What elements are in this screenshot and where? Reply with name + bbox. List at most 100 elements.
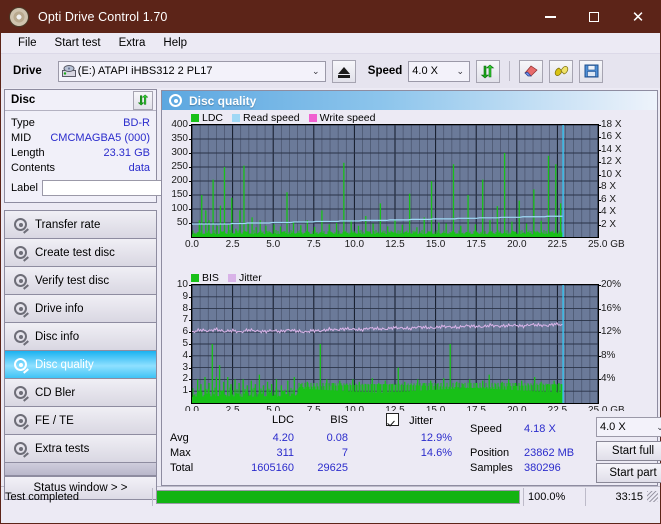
resize-grip[interactable] <box>647 491 658 502</box>
stats-max-bis: 7 <box>341 447 348 459</box>
y2-tick-label: 16 X <box>601 131 622 143</box>
speed-select[interactable]: 4.0 X ⌄ <box>408 60 471 82</box>
disc-label-row: Label <box>11 178 246 197</box>
disc-icon <box>13 329 29 346</box>
sidebar-item-cd-bler[interactable]: CD Bler <box>5 379 156 407</box>
sidebar-filler <box>5 463 156 476</box>
sidebar-item-drive-info[interactable]: Drive info <box>5 295 156 323</box>
x-tick-label: 17.5 <box>466 239 486 250</box>
charts-area: LDC Read speed Write speed BIS Jitter 50… <box>162 110 657 416</box>
disc-value-type: BD-R <box>123 116 150 129</box>
sidebar-item-transfer-rate[interactable]: Transfer rate <box>5 211 156 239</box>
erase-button[interactable] <box>519 59 544 83</box>
stats-panel: LDC BIS Jitter Avg 4.20 0.08 12.9% Max 3… <box>162 411 661 485</box>
jitter-checkbox[interactable] <box>386 413 399 426</box>
chevron-down-icon: ⌄ <box>656 421 661 432</box>
sidebar-nav: Transfer rate Create test disc Verify te… <box>4 210 157 476</box>
legend-swatch <box>308 114 317 122</box>
y-tick-label: 200 <box>171 175 188 186</box>
panel-header: Disc quality <box>162 91 657 110</box>
menu-start-test[interactable]: Start test <box>46 35 110 51</box>
disc-quality-panel: Disc quality LDC Read speed Write speed … <box>161 90 661 486</box>
sidebar-label: Create test disc <box>35 246 115 259</box>
legend-swatch <box>232 114 241 122</box>
disc-icon <box>13 413 29 430</box>
y-tick-mark <box>189 195 192 196</box>
y2-tick-mark <box>598 332 601 334</box>
legend-swatch <box>191 274 199 282</box>
sidebar-label: Disc quality <box>35 358 94 371</box>
y2-tick-mark <box>598 212 601 214</box>
sidebar-item-fe-te[interactable]: FE / TE <box>5 407 156 435</box>
legend-label: LDC <box>202 112 224 124</box>
save-button[interactable] <box>579 59 604 83</box>
legend-swatch <box>227 274 236 282</box>
right-pane: Disc quality LDC Read speed Write speed … <box>160 88 661 486</box>
minimize-icon <box>544 16 556 18</box>
stats-avg-jitter: 12.9% <box>420 432 452 444</box>
x-tick-label: 20.0 <box>507 239 527 250</box>
sidebar-item-verify-test-disc[interactable]: Verify test disc <box>5 267 156 295</box>
stats-row-key-max: Max <box>170 447 191 459</box>
y-tick-label: 400 <box>171 119 188 130</box>
stats-samples-value: 380296 <box>524 462 561 474</box>
refresh-button[interactable] <box>476 59 501 83</box>
maximize-button[interactable] <box>572 1 616 33</box>
jitter-checkbox-wrap[interactable]: Jitter <box>386 413 433 427</box>
eraser-icon <box>524 65 538 77</box>
y-tick-label: 1 <box>182 385 188 397</box>
stats-header-ldc: LDC <box>271 414 294 426</box>
x-tick-label: 10.0 <box>344 239 365 250</box>
sidebar-item-disc-quality[interactable]: Disc quality <box>5 351 156 379</box>
legend-label: BIS <box>202 272 219 284</box>
sidebar-item-create-test-disc[interactable]: Create test disc <box>5 239 156 267</box>
menu-extra[interactable]: Extra <box>110 35 155 51</box>
y-tick-mark <box>189 181 192 182</box>
stats-speed-select[interactable]: 4.0 X ⌄ <box>596 417 661 437</box>
sidebar-item-disc-info[interactable]: Disc info <box>5 323 156 351</box>
sidebar-label: Transfer rate <box>35 218 101 231</box>
y-tick-label: 250 <box>171 161 188 172</box>
y-tick-mark <box>189 285 192 286</box>
y-tick-label: 8 <box>182 302 188 314</box>
minimize-button[interactable] <box>528 1 572 33</box>
close-button[interactable]: ✕ <box>616 1 660 33</box>
stats-total-bis: 29625 <box>317 462 348 474</box>
disc-key-length: Length <box>11 146 45 159</box>
y2-tick-label: 12% <box>601 326 622 338</box>
plug-icon <box>554 66 568 76</box>
disc-refresh-button[interactable] <box>133 90 153 110</box>
eject-button[interactable] <box>331 59 356 83</box>
y2-tick-mark <box>598 187 601 189</box>
x-tick-label: 5.0 <box>266 239 281 250</box>
save-icon <box>584 64 599 78</box>
x-tick-label: 0.0 <box>185 239 199 250</box>
y-tick-label: 9 <box>182 290 188 302</box>
disc-value-mid: CMCMAGBA5 (000) <box>50 131 150 144</box>
disc-value-contents: data <box>128 161 150 174</box>
start-full-button[interactable]: Start full <box>596 441 661 461</box>
chart-bottom-legend: BIS Jitter <box>191 272 268 284</box>
start-part-button[interactable]: Start part <box>596 463 661 483</box>
menu-file[interactable]: File <box>9 35 46 51</box>
menu-help[interactable]: Help <box>154 35 196 51</box>
sidebar-item-extra-tests[interactable]: Extra tests <box>5 435 156 463</box>
legend-label: Write speed <box>319 112 376 124</box>
disc-row-length: Length 23.31 GB <box>11 145 150 160</box>
disc-group-title: Disc <box>11 94 36 106</box>
sidebar-label: Verify test disc <box>35 274 110 287</box>
chevron-down-icon: ⌄ <box>312 65 320 76</box>
title-bar: Opti Drive Control 1.70 ✕ <box>1 1 660 33</box>
disc-row-contents: Contents data <box>11 160 150 175</box>
close-icon: ✕ <box>631 9 645 26</box>
drive-select[interactable]: (E:) ATAPI iHBS312 2 PL17 ⌄ <box>57 60 326 82</box>
stats-total-ldc: 1605160 <box>251 462 294 474</box>
y-tick-mark <box>189 308 192 310</box>
stats-avg-ldc: 4.20 <box>272 432 294 444</box>
plug-button[interactable] <box>549 59 574 83</box>
y-tick-mark <box>189 332 192 334</box>
y2-tick-label: 6 X <box>601 193 617 205</box>
stats-speed-select-value: 4.0 X <box>600 421 626 433</box>
y-tick-label: 50 <box>176 217 188 228</box>
y-tick-mark <box>189 153 192 154</box>
